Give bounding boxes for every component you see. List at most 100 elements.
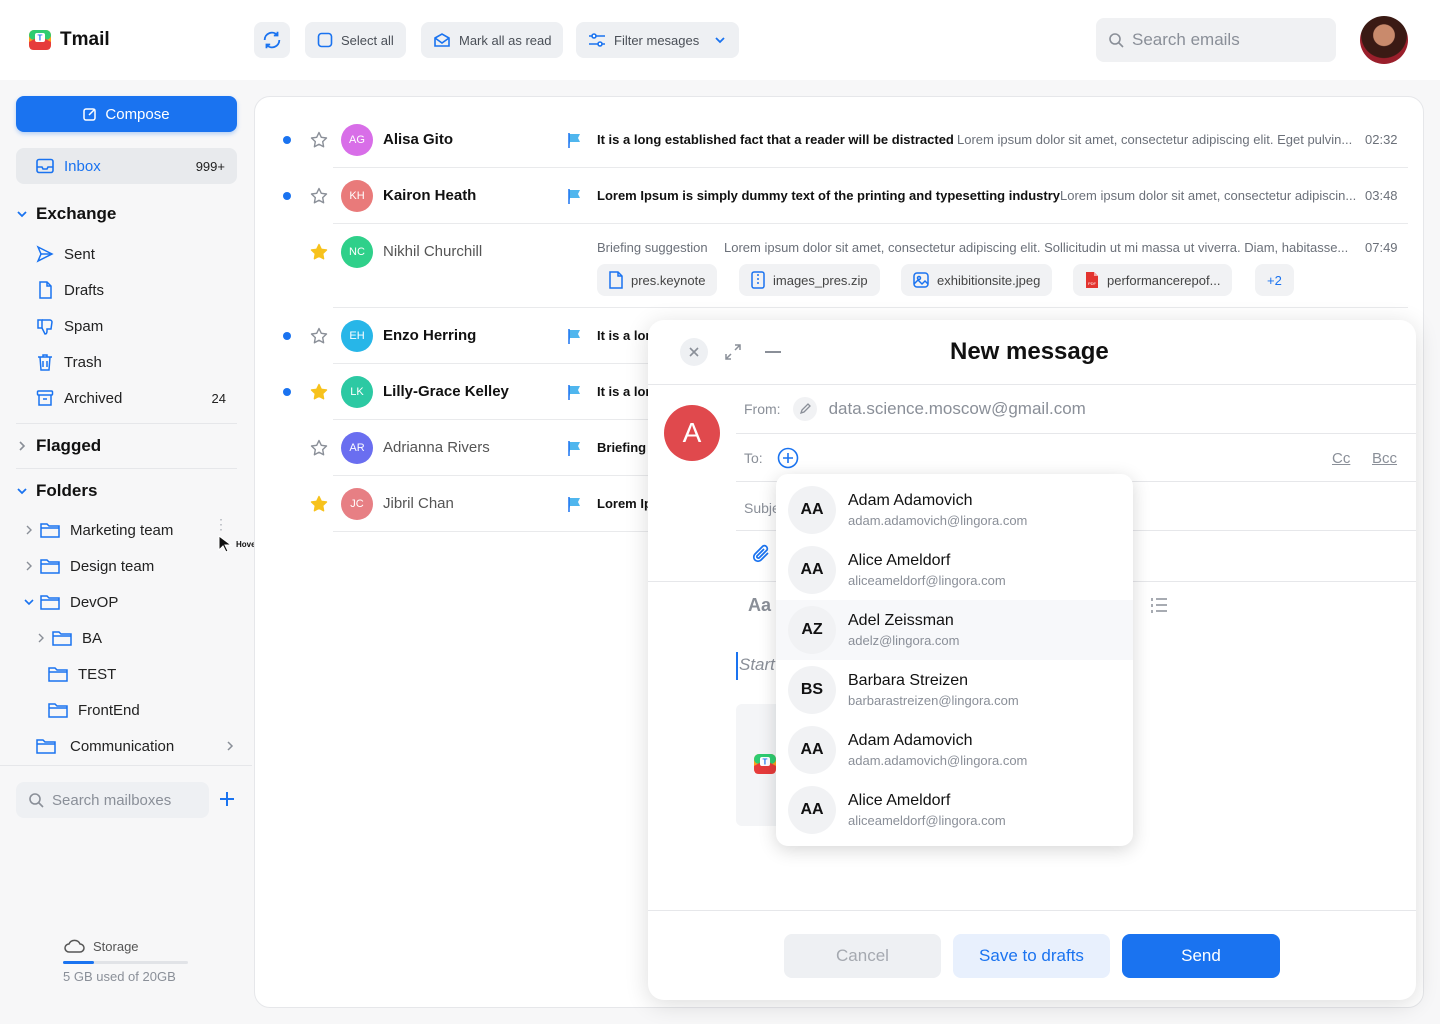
flag-icon[interactable] — [567, 188, 583, 204]
sidebar-item-trash[interactable]: Trash — [36, 344, 226, 380]
body-placeholder[interactable]: Start — [739, 655, 775, 675]
attachment-chip[interactable]: pres.keynote — [597, 264, 718, 296]
divider — [16, 468, 237, 469]
attach-file-button[interactable] — [751, 544, 773, 566]
folders-section-header[interactable]: Folders — [16, 481, 97, 501]
refresh-button[interactable] — [254, 22, 290, 58]
select-all-label: Select all — [341, 32, 394, 48]
sidebar-item-sent[interactable]: Sent — [36, 236, 226, 272]
suggestion-item[interactable]: AZ Adel Zeissman adelz@lingora.com — [776, 600, 1133, 660]
sidebar-item-drafts[interactable]: Drafts — [36, 272, 226, 308]
folder-ba[interactable]: BA — [36, 620, 102, 656]
mark-all-read-button[interactable]: Mark all as read — [421, 22, 564, 58]
folder-communication[interactable]: Communication — [36, 728, 236, 764]
contact-info: Adam Adamovich adam.adamovich@lingora.com — [848, 732, 1027, 768]
cursor-hover-indicator: Hover — [218, 535, 259, 553]
svg-text:T: T — [38, 34, 43, 43]
email-subject: It is a lon — [597, 328, 654, 343]
compose-button[interactable]: Compose — [16, 96, 237, 132]
star-icon[interactable] — [310, 243, 328, 261]
recipient-suggestions-dropdown: AA Adam Adamovich adam.adamovich@lingora.c… — [776, 474, 1133, 846]
suggestion-item[interactable]: AA Alice Ameldorf aliceameldorf@lingora.co… — [776, 540, 1133, 600]
filter-messages-dropdown[interactable]: Filter mesages — [576, 22, 740, 58]
star-icon[interactable] — [310, 187, 328, 205]
sidebar-item-inbox[interactable]: Inbox 999+ — [16, 148, 237, 184]
folder-open-icon — [40, 595, 60, 610]
draft-icon — [39, 281, 52, 299]
star-icon[interactable] — [310, 131, 328, 149]
search-mailboxes-input[interactable]: Search mailboxes — [16, 782, 209, 818]
attachment-chip[interactable]: PDF performancerepof... — [1073, 264, 1233, 296]
contact-avatar: AA — [788, 786, 836, 834]
add-mailbox-button[interactable] — [218, 790, 236, 808]
add-recipient-icon[interactable] — [777, 447, 799, 469]
flag-icon[interactable] — [567, 328, 583, 344]
sender-name: Lilly-Grace Kelley — [383, 383, 509, 400]
attachment-chip[interactable]: images_pres.zip — [739, 264, 880, 296]
suggestion-item[interactable]: AA Adam Adamovich adam.adamovich@lingora.c… — [776, 720, 1133, 780]
flag-icon[interactable] — [567, 496, 583, 512]
suggestion-item[interactable]: AA Adam Adamovich adam.adamovich@lingora.c… — [776, 480, 1133, 540]
numbered-list-button[interactable] — [1150, 597, 1168, 613]
sidebar-item-archived[interactable]: Archived 24 — [36, 380, 226, 416]
email-subject: It is a lon — [597, 384, 654, 399]
chevron-right-icon — [26, 525, 32, 535]
star-icon[interactable] — [310, 439, 328, 457]
attachment-chip[interactable]: exhibitionsite.jpeg — [901, 264, 1053, 296]
sender-name: Kairon Heath — [383, 187, 477, 204]
more-options-icon[interactable]: ⋮ — [214, 517, 228, 531]
star-icon[interactable] — [310, 495, 328, 513]
sender-name: Enzo Herring — [383, 327, 477, 344]
search-placeholder: Search emails — [1132, 30, 1240, 49]
email-time: 03:48 — [1365, 188, 1398, 203]
star-icon[interactable] — [310, 327, 328, 345]
contact-info: Adel Zeissman adelz@lingora.com — [848, 612, 959, 648]
flagged-section-header[interactable]: Flagged — [16, 436, 101, 456]
folder-label: TEST — [78, 665, 117, 683]
select-all-button[interactable]: Select all — [305, 22, 406, 58]
contact-avatar: AA — [788, 726, 836, 774]
bcc-button[interactable]: Bcc — [1372, 450, 1397, 467]
to-field[interactable]: To: — [744, 447, 799, 469]
suggestion-item[interactable]: AA Alice Ameldorf aliceameldorf@lingora.co… — [776, 780, 1133, 840]
folder-test[interactable]: TEST — [48, 656, 116, 692]
email-subject: Lorem Ipsum is simply dummy text of the … — [597, 188, 1060, 203]
expand-button[interactable] — [725, 344, 741, 360]
search-emails-input[interactable]: Search emails — [1096, 18, 1336, 62]
sender-avatar: KH — [341, 180, 373, 212]
more-attachments-chip[interactable]: +2 — [1255, 264, 1294, 296]
subject-label[interactable]: Subje — [744, 500, 780, 516]
folder-devop[interactable]: DevOP — [24, 584, 118, 620]
contact-info: Adam Adamovich adam.adamovich@lingora.com — [848, 492, 1027, 528]
close-button[interactable] — [680, 338, 708, 366]
storage-label: Storage — [93, 938, 139, 954]
send-button[interactable]: Send — [1122, 934, 1280, 978]
cancel-button[interactable]: Cancel — [784, 934, 941, 978]
flag-icon[interactable] — [567, 132, 583, 148]
flag-icon[interactable] — [567, 384, 583, 400]
folder-label: Marketing team — [70, 521, 174, 539]
save-to-drafts-button[interactable]: Save to drafts — [953, 934, 1110, 978]
suggestion-item[interactable]: BS Barbara Streizen barbarastreizen@lingor… — [776, 660, 1133, 720]
sidebar-item-spam[interactable]: Spam — [36, 308, 226, 344]
folder-marketing-team[interactable]: Marketing team — [24, 512, 173, 548]
flag-icon[interactable] — [567, 440, 583, 456]
user-avatar[interactable] — [1360, 16, 1408, 64]
cc-button[interactable]: Cc — [1332, 450, 1350, 467]
app-logo[interactable]: T Tmail — [28, 28, 110, 52]
font-format-button[interactable]: Aa — [748, 595, 771, 616]
folder-design-team[interactable]: Design team — [24, 548, 154, 584]
trash-icon — [38, 354, 52, 371]
folders-title: Folders — [36, 481, 98, 500]
archive-icon — [36, 390, 54, 406]
to-label: To: — [744, 450, 763, 466]
compose-label: Compose — [105, 105, 170, 123]
svg-text:T: T — [763, 758, 768, 767]
email-preview: Lorem ipsum dolor sit amet, consectetur … — [724, 240, 1349, 255]
exchange-section-header[interactable]: Exchange — [16, 204, 116, 224]
folder-frontend[interactable]: FrontEnd — [48, 692, 140, 728]
star-icon[interactable] — [310, 383, 328, 401]
edit-sender-button[interactable] — [792, 397, 817, 421]
unread-dot — [283, 136, 291, 144]
minimize-icon[interactable] — [765, 351, 781, 353]
